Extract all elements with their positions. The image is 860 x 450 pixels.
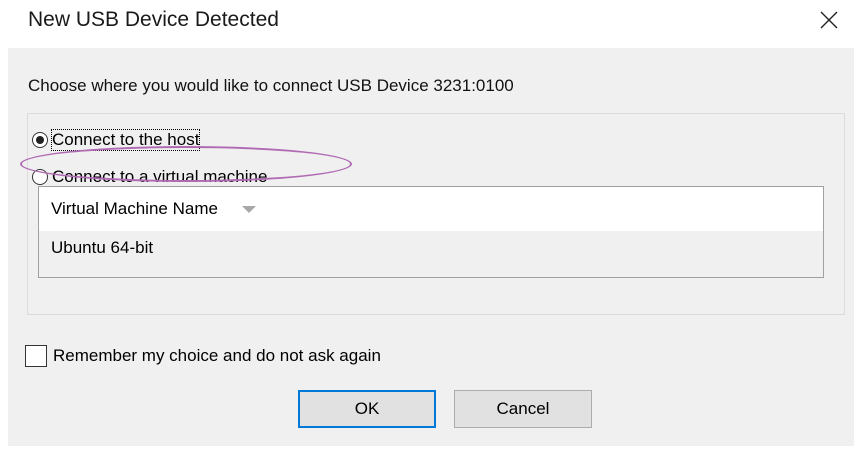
cancel-button[interactable]: Cancel bbox=[454, 390, 592, 428]
ok-button[interactable]: OK bbox=[298, 390, 436, 428]
close-button[interactable] bbox=[806, 0, 852, 40]
radio-connect-vm-label[interactable]: Connect to a virtual machine bbox=[52, 167, 267, 187]
remember-label[interactable]: Remember my choice and do not ask again bbox=[53, 346, 381, 366]
radio-button-unselected[interactable] bbox=[32, 169, 48, 185]
usb-device-dialog: New USB Device Detected Choose where you… bbox=[8, 0, 854, 446]
title-bar: New USB Device Detected bbox=[8, 0, 854, 48]
sort-down-icon bbox=[241, 205, 256, 213]
radio-button-selected[interactable] bbox=[32, 132, 48, 148]
radio-connect-host-label[interactable]: Connect to the host bbox=[50, 129, 201, 151]
vm-list-table[interactable]: Virtual Machine Name Ubuntu 64-bit bbox=[38, 186, 824, 278]
dialog-body: Choose where you would like to connect U… bbox=[8, 48, 854, 446]
radio-connect-host[interactable]: Connect to the host bbox=[32, 128, 201, 152]
remember-choice[interactable]: Remember my choice and do not ask again bbox=[25, 344, 381, 368]
vm-column-header[interactable]: Virtual Machine Name bbox=[39, 187, 823, 231]
radio-dot bbox=[36, 136, 44, 144]
connection-prompt: Choose where you would like to connect U… bbox=[28, 76, 514, 95]
remember-checkbox[interactable] bbox=[25, 345, 47, 367]
vm-name: Ubuntu 64-bit bbox=[51, 238, 154, 257]
vm-column-header-label: Virtual Machine Name bbox=[51, 199, 218, 218]
close-icon bbox=[820, 11, 838, 29]
dialog-title: New USB Device Detected bbox=[28, 8, 279, 31]
list-item[interactable]: Ubuntu 64-bit bbox=[39, 231, 823, 265]
